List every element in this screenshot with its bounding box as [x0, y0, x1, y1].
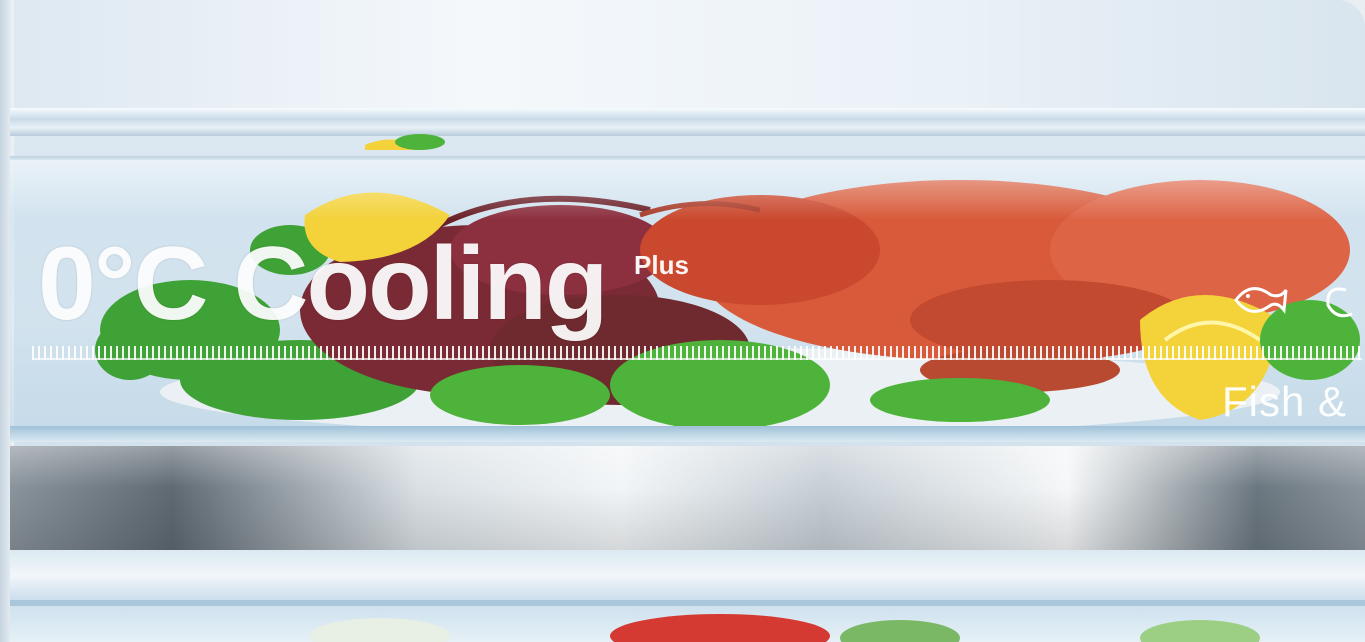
drawer-glare — [10, 160, 1365, 220]
vegetables — [310, 614, 1260, 642]
lower-shelf — [10, 550, 1365, 602]
zone-label: Fish & — [1222, 378, 1348, 425]
shrimp-icon — [1326, 287, 1353, 318]
plus-label: Plus — [634, 250, 689, 280]
cooling-label: 0°C Cooling — [38, 226, 608, 342]
fridge-scene: 0°C Cooling Plus Fish & — [0, 0, 1365, 642]
drawer-bottom-edge — [10, 426, 1365, 442]
fish-icon — [1234, 287, 1353, 318]
temperature-scale-line — [32, 358, 1362, 360]
handle-shine — [10, 446, 1365, 550]
